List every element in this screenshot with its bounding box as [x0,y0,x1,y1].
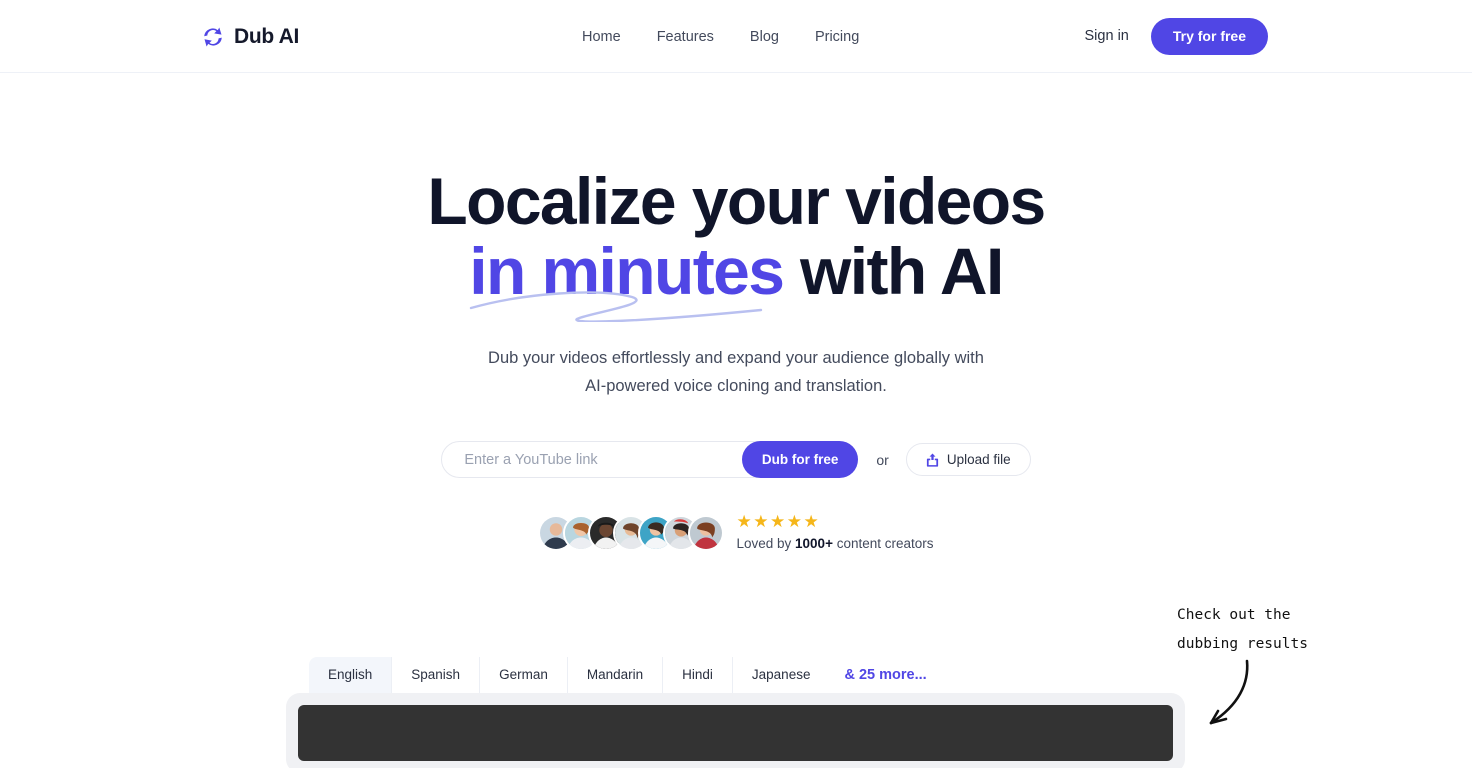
tab-english[interactable]: English [309,657,393,693]
more-languages-link[interactable]: & 25 more... [844,657,926,693]
nav-item-pricing[interactable]: Pricing [797,27,877,47]
main-nav: Home Features Blog Pricing [564,27,877,47]
language-tabs: English Spanish German Mandarin Hindi Ja… [309,657,1185,693]
headline-line-1: Localize your videos [427,164,1046,238]
or-separator-label: or [876,451,889,468]
try-for-free-button[interactable]: Try for free [1150,18,1268,55]
headline-accent: in minutes [469,234,785,308]
nav-item-home[interactable]: Home [564,27,639,47]
url-input-wrap: Dub for free [441,441,859,478]
loved-suffix: content creators [832,536,934,551]
avatar [688,514,725,551]
site-header: Dub AI Home Features Blog Pricing Sign i… [0,0,1472,73]
page-title: Localize your videos in minutes with AI [0,164,1472,322]
star-rating: ★★★★★ [736,512,821,531]
headline-line-2: in minutes with AI [469,234,1004,322]
upload-icon [926,452,939,467]
upload-file-button[interactable]: Upload file [905,443,1031,476]
headline-tail: with AI [783,234,1004,308]
subtitle-line-1: Dub your videos effortlessly and expand … [488,349,984,367]
rating-block: ★★★★★ Loved by 1000+ content creators [736,512,933,553]
nav-item-blog[interactable]: Blog [732,27,797,47]
page-root: Dub AI Home Features Blog Pricing Sign i… [0,0,1472,768]
annotation-callout: Check out the dubbing results [1177,601,1357,725]
header-actions: Sign in Try for free [1085,18,1268,55]
dub-for-free-button[interactable]: Dub for free [741,441,859,478]
tab-hindi[interactable]: Hindi [663,657,733,693]
dubbing-showcase: English Spanish German Mandarin Hindi Ja… [286,657,1185,768]
curved-arrow-down-left-icon [1209,659,1249,725]
tab-german[interactable]: German [480,657,568,693]
loved-by-text: Loved by 1000+ content creators [736,535,933,553]
sign-in-link[interactable]: Sign in [1085,18,1129,55]
cta-row: Dub for free or Upload file [0,441,1472,478]
social-proof: ★★★★★ Loved by 1000+ content creators [0,512,1472,553]
hero-subtitle: Dub your videos effortlessly and expand … [0,344,1472,400]
subtitle-line-2: AI-powered voice cloning and translation… [585,377,887,395]
avatar-group [538,514,725,551]
sync-arrows-icon [200,24,226,50]
brand-logo[interactable]: Dub AI [200,24,299,50]
annotation-text: Check out the dubbing results [1177,607,1308,652]
brand-name: Dub AI [234,25,300,48]
tab-spanish[interactable]: Spanish [392,657,481,693]
loved-count: 1000+ [795,536,833,551]
nav-item-features[interactable]: Features [639,27,732,47]
hero-section: Localize your videos in minutes with AI … [0,73,1472,400]
loved-prefix: Loved by [736,536,796,551]
video-player-frame [286,693,1185,768]
upload-file-label: Upload file [946,452,1011,467]
tab-japanese[interactable]: Japanese [732,657,830,693]
video-player-screen[interactable] [298,705,1173,761]
tab-mandarin[interactable]: Mandarin [567,657,664,693]
